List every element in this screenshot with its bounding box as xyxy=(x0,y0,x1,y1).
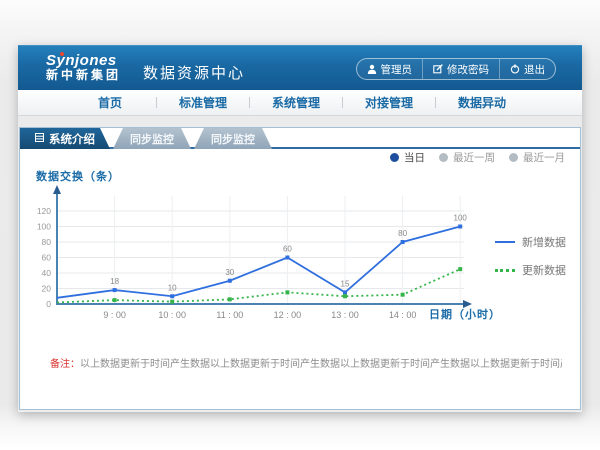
admin-user-label: 管理员 xyxy=(381,62,413,77)
svg-text:100: 100 xyxy=(37,222,51,232)
svg-text:15: 15 xyxy=(341,279,350,288)
svg-text:60: 60 xyxy=(283,245,292,254)
tab-sync-monitor-2[interactable]: 同步监控 xyxy=(194,128,272,149)
svg-text:80: 80 xyxy=(42,237,52,247)
svg-text:日期（小时）: 日期（小时） xyxy=(429,307,501,321)
time-range-options: 当日 最近一周 最近一月 xyxy=(390,150,565,165)
power-icon xyxy=(510,64,520,74)
tab-bar: 系统介绍 同步监控 同步监控 xyxy=(20,128,580,149)
footnote-text: 以上数据更新于时间产生数据以上数据更新于时间产生数据以上数据更新于时间产生数据以… xyxy=(80,359,562,370)
tab-system-intro[interactable]: 系统介绍 xyxy=(20,128,110,149)
footnote: 备注：以上数据更新于时间产生数据以上数据更新于时间产生数据以上数据更新于时间产生… xyxy=(50,355,562,370)
svg-text:12 : 00: 12 : 00 xyxy=(274,310,302,320)
legend-label: 新增数据 xyxy=(522,234,566,250)
svg-text:30: 30 xyxy=(225,268,234,277)
footnote-prefix: 备注： xyxy=(50,359,80,370)
range-option-last-month[interactable]: 最近一月 xyxy=(509,150,565,165)
radio-unselected-icon xyxy=(509,153,518,162)
logout-button[interactable]: 退出 xyxy=(499,59,555,79)
data-exchange-line-chart: 0 20 40 60 80 100 120 9 : 00 10 : 00 11 : 00 12 : … xyxy=(28,166,558,356)
nav-item-home[interactable]: 首页 xyxy=(64,94,156,111)
change-password-label: 修改密码 xyxy=(447,62,489,77)
svg-text:数据交换（条）: 数据交换（条） xyxy=(36,169,120,183)
svg-text:10 : 00: 10 : 00 xyxy=(158,310,186,320)
logo-red-dot-icon xyxy=(60,52,64,56)
edit-icon xyxy=(433,64,443,74)
solid-line-icon xyxy=(495,241,515,243)
svg-text:80: 80 xyxy=(398,229,407,238)
svg-text:14 : 00: 14 : 00 xyxy=(389,310,417,320)
change-password-button[interactable]: 修改密码 xyxy=(422,59,499,79)
legend-item-update-data: 更新数据 xyxy=(495,262,566,278)
tab-sync-monitor-1[interactable]: 同步监控 xyxy=(113,128,191,149)
main-nav: 首页 标准管理 系统管理 对接管理 数据异动 xyxy=(18,90,582,116)
page-title: 数据资源中心 xyxy=(143,54,245,83)
svg-text:20: 20 xyxy=(42,284,52,294)
tab-label: 同步监控 xyxy=(211,131,255,147)
legend-label: 更新数据 xyxy=(522,262,566,278)
svg-text:10: 10 xyxy=(168,283,177,292)
svg-text:60: 60 xyxy=(42,253,52,263)
range-label: 最近一周 xyxy=(453,150,495,165)
user-icon xyxy=(367,64,377,74)
nav-item-system-mgmt[interactable]: 系统管理 xyxy=(250,94,342,111)
header-actions: 管理员 修改密码 退出 xyxy=(356,58,557,80)
screenshot-canvas: Synjones 新中新集团 数据资源中心 管理员 修改密码 xyxy=(0,0,600,450)
chart-area: 0 20 40 60 80 100 120 9 : 00 10 : 00 11 : 00 12 : … xyxy=(28,166,558,356)
svg-text:11 : 00: 11 : 00 xyxy=(216,310,243,320)
legend-item-new-data: 新增数据 xyxy=(495,234,566,250)
logo-text-en: Synjones xyxy=(46,54,121,68)
content-panel: 系统介绍 同步监控 同步监控 当日 最近一周 xyxy=(19,127,581,410)
logout-label: 退出 xyxy=(524,62,545,77)
nav-item-data-change[interactable]: 数据异动 xyxy=(436,94,528,111)
nav-item-standard-mgmt[interactable]: 标准管理 xyxy=(157,94,249,111)
svg-text:9 : 00: 9 : 00 xyxy=(103,310,126,320)
chart-legend: 新增数据 更新数据 xyxy=(495,234,566,278)
range-option-last-week[interactable]: 最近一周 xyxy=(439,150,495,165)
app-window: Synjones 新中新集团 数据资源中心 管理员 修改密码 xyxy=(18,45,582,412)
dotted-line-icon xyxy=(495,269,515,272)
radio-unselected-icon xyxy=(439,153,448,162)
svg-text:18: 18 xyxy=(110,277,119,286)
document-grid-icon xyxy=(35,133,44,145)
tab-label: 系统介绍 xyxy=(49,131,95,147)
admin-user-button[interactable]: 管理员 xyxy=(357,59,423,79)
range-label: 当日 xyxy=(404,150,425,165)
svg-text:120: 120 xyxy=(37,206,51,216)
range-option-today[interactable]: 当日 xyxy=(390,150,425,165)
logo: Synjones 新中新集团 xyxy=(46,54,121,83)
svg-text:40: 40 xyxy=(42,268,52,278)
svg-text:0: 0 xyxy=(46,299,51,309)
app-header: Synjones 新中新集团 数据资源中心 管理员 修改密码 xyxy=(18,45,582,90)
svg-text:100: 100 xyxy=(454,214,468,223)
radio-selected-icon xyxy=(390,153,399,162)
range-label: 最近一月 xyxy=(523,150,565,165)
svg-text:13 : 00: 13 : 00 xyxy=(331,310,359,320)
tab-label: 同步监控 xyxy=(130,131,174,147)
nav-item-interface-mgmt[interactable]: 对接管理 xyxy=(343,94,435,111)
logo-text-cn: 新中新集团 xyxy=(46,68,121,83)
